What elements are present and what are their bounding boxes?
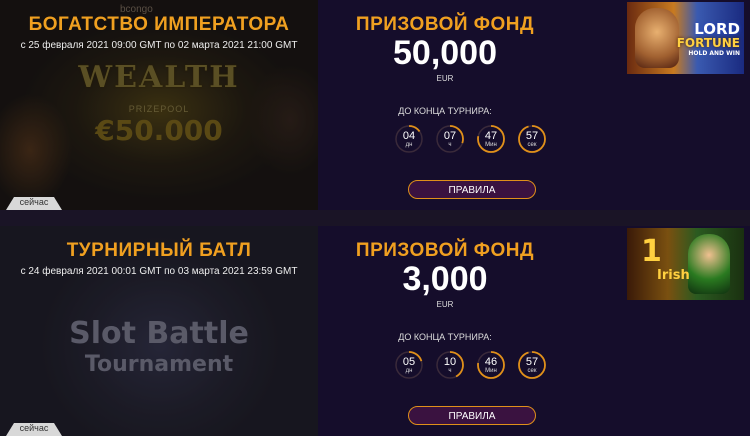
status-badge: сейчас	[6, 422, 62, 436]
countdown-value: 57	[525, 130, 539, 142]
countdown-value: 04	[402, 130, 416, 142]
countdown-unit: дн	[405, 368, 413, 374]
tournament-banner[interactable]: Slot Battle Tournament ТУРНИРНЫЙ БАТЛ с …	[0, 226, 318, 436]
countdown-unit: сек	[527, 368, 537, 374]
prize-panel: ПРИЗОВОЙ ФОНД 3,000 EUR ДО КОНЦА ТУРНИРА…	[318, 226, 750, 436]
prize-currency: EUR	[436, 74, 454, 83]
countdown-value: 47	[484, 130, 498, 142]
countdown-timer: 04 дн 07 ч 47 Мин 57 сек	[394, 124, 547, 154]
prize-heading: ПРИЗОВОЙ ФОНД	[355, 240, 535, 261]
prize-currency: EUR	[436, 300, 454, 309]
status-badge-label: сейчас	[19, 423, 49, 433]
status-badge-label: сейчас	[19, 197, 49, 207]
tournament-card: Slot Battle Tournament ТУРНИРНЫЙ БАТЛ с …	[0, 226, 750, 436]
prize-amount: 50,000	[393, 34, 497, 72]
prize-panel: ПРИЗОВОЙ ФОНД 50,000 EUR ДО КОНЦА ТУРНИР…	[318, 0, 750, 210]
tournament-dates: с 24 февраля 2021 00:01 GMT по 03 марта …	[20, 266, 298, 277]
thumb-title-line: FORTUNE	[676, 36, 740, 50]
countdown-seconds: 57 сек	[517, 350, 547, 380]
countdown-unit: сек	[527, 142, 537, 148]
thumb-title-line: 1	[641, 234, 662, 269]
thumb-title-line: Irish	[657, 268, 690, 283]
countdown-minutes: 46 Мин	[476, 350, 506, 380]
rules-button[interactable]: ПРАВИЛА	[408, 180, 536, 199]
countdown-timer: 05 дн 10 ч 46 Мин 57 сек	[394, 350, 547, 380]
countdown-hours: 07 ч	[435, 124, 465, 154]
countdown-unit: Мин	[485, 368, 497, 374]
countdown-value: 10	[443, 356, 457, 368]
tournament-title: БОГАТСТВО ИМПЕРАТОРА	[28, 14, 290, 35]
countdown-minutes: 47 Мин	[476, 124, 506, 154]
prize-heading: ПРИЗОВОЙ ФОНД	[355, 14, 535, 35]
tournament-card: bcongo WEALTH PRIZEPOOL €50.000 БОГАТСТВ…	[0, 0, 750, 210]
countdown-value: 05	[402, 356, 416, 368]
rules-button[interactable]: ПРАВИЛА	[408, 406, 536, 425]
countdown-label: ДО КОНЦА ТУРНИРА:	[398, 106, 492, 116]
countdown-value: 46	[484, 356, 498, 368]
countdown-hours: 10 ч	[435, 350, 465, 380]
countdown-value: 07	[443, 130, 457, 142]
countdown-unit: дн	[405, 142, 413, 148]
tournament-banner[interactable]: bcongo WEALTH PRIZEPOOL €50.000 БОГАТСТВ…	[0, 0, 318, 210]
countdown-unit: ч	[448, 142, 452, 148]
leprechaun-portrait	[688, 234, 730, 294]
game-thumbnail[interactable]: LORD FORTUNE HOLD AND WIN	[627, 2, 744, 74]
tournament-dates: с 25 февраля 2021 09:00 GMT по 02 марта …	[20, 40, 298, 51]
countdown-days: 05 дн	[394, 350, 424, 380]
countdown-label: ДО КОНЦА ТУРНИРА:	[398, 332, 492, 342]
emperor-portrait	[635, 8, 679, 68]
prize-amount: 3,000	[402, 260, 488, 298]
tournament-title: ТУРНИРНЫЙ БАТЛ	[66, 240, 252, 261]
countdown-unit: ч	[448, 368, 452, 374]
game-thumbnail[interactable]: 1 Irish	[627, 228, 744, 300]
countdown-seconds: 57 сек	[517, 124, 547, 154]
countdown-unit: Мин	[485, 142, 497, 148]
countdown-value: 57	[525, 356, 539, 368]
status-badge: сейчас	[6, 196, 62, 210]
thumb-title-line: HOLD AND WIN	[688, 50, 740, 57]
countdown-days: 04 дн	[394, 124, 424, 154]
